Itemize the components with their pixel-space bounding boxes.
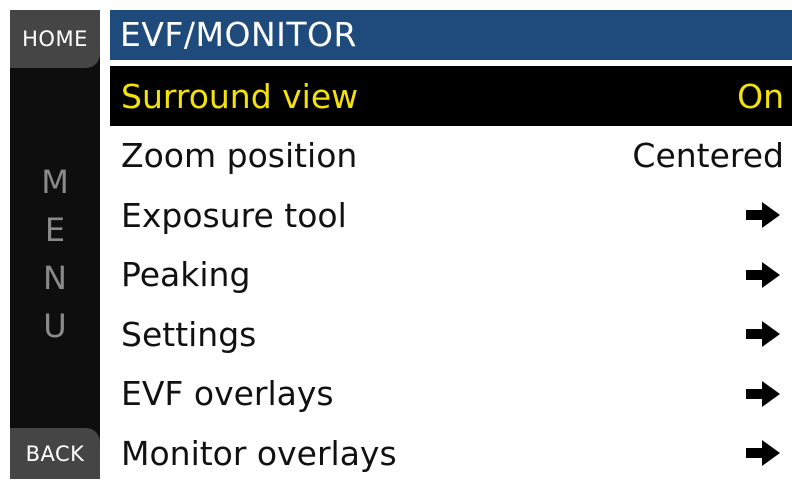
menu-item-label: Settings (121, 315, 256, 354)
menu-item-label: Monitor overlays (121, 434, 397, 473)
menu-letter-m: M (41, 158, 69, 206)
menu-item-label: Zoom position (121, 136, 357, 175)
menu-item-label: Peaking (121, 255, 250, 294)
menu-list: Surround view On Zoom position Centered … (110, 66, 792, 483)
menu-item-label: Surround view (121, 77, 358, 116)
menu-item-label: Exposure tool (121, 196, 347, 235)
menu-item-peaking[interactable]: Peaking (110, 245, 792, 305)
menu-item-evf-overlays[interactable]: EVF overlays (110, 364, 792, 424)
arrow-right-icon (746, 440, 780, 466)
back-button[interactable]: BACK (10, 428, 100, 479)
menu-item-exposure-tool[interactable]: Exposure tool (110, 186, 792, 246)
menu-item-value: Centered (632, 136, 784, 175)
menu-letter-e: E (45, 206, 65, 254)
home-button-label: HOME (22, 27, 88, 51)
arrow-right-icon (746, 262, 780, 288)
page-title: EVF/MONITOR (110, 10, 792, 60)
menu-item-settings[interactable]: Settings (110, 305, 792, 365)
menu-letter-u: U (43, 302, 66, 350)
menu-item-zoom-position[interactable]: Zoom position Centered (110, 126, 792, 186)
menu-letter-n: N (43, 254, 67, 302)
menu-item-label: EVF overlays (121, 374, 334, 413)
camera-menu-screen: HOME M E N U BACK EVF/MONITOR Surround v… (0, 0, 792, 479)
menu-item-surround-view[interactable]: Surround view On (110, 66, 792, 126)
menu-item-value: On (737, 77, 784, 116)
arrow-right-icon (746, 202, 780, 228)
menu-vertical-label: M E N U (10, 158, 100, 350)
main-panel: EVF/MONITOR Surround view On Zoom positi… (101, 10, 792, 479)
home-button[interactable]: HOME (10, 10, 100, 68)
sidebar: HOME M E N U BACK (10, 10, 100, 479)
back-button-label: BACK (26, 442, 85, 466)
menu-item-monitor-overlays[interactable]: Monitor overlays (110, 424, 792, 483)
arrow-right-icon (746, 381, 780, 407)
arrow-right-icon (746, 321, 780, 347)
